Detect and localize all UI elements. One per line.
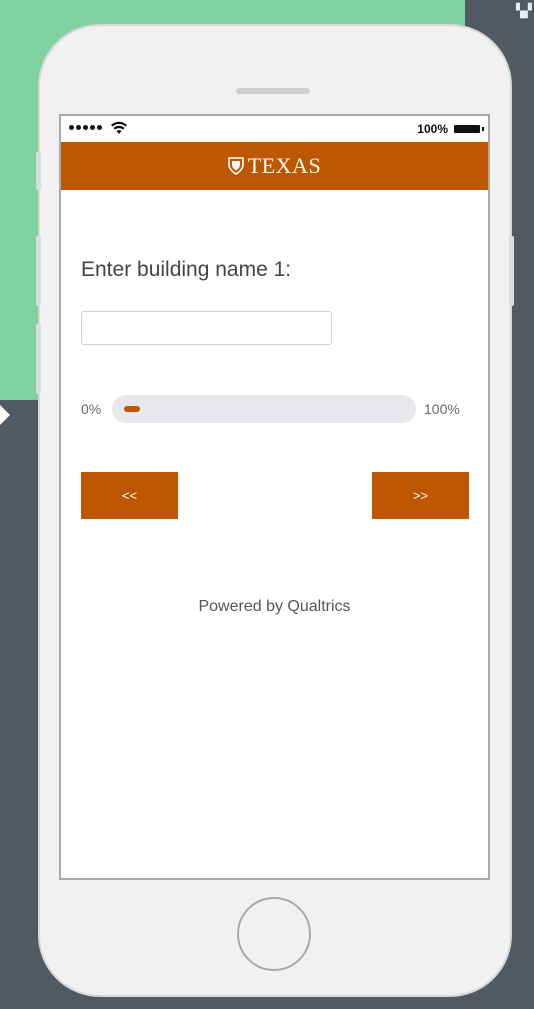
status-bar: 100%: [61, 116, 488, 142]
question-text: Enter building name 1:: [81, 258, 292, 281]
volume-down-button: [36, 324, 41, 394]
volume-up-button: [36, 236, 41, 306]
home-button[interactable]: [237, 897, 311, 971]
expand-icon[interactable]: ▚▞: [516, 5, 532, 28]
progress-end-label: 100%: [424, 401, 460, 417]
progress-bar: [112, 395, 416, 423]
next-button[interactable]: >>: [372, 472, 469, 519]
wifi-icon: [111, 121, 127, 134]
brand-title: TEXAS: [247, 153, 322, 178]
panel-toggle-arrow[interactable]: [0, 405, 10, 425]
app-header: TEXAS: [61, 142, 488, 190]
ut-shield-logo: [227, 157, 244, 175]
battery-icon: [454, 125, 484, 133]
battery-percentage: 100%: [417, 122, 448, 136]
back-button[interactable]: <<: [81, 472, 178, 519]
building-name-input[interactable]: [81, 311, 332, 345]
signal-strength-icon: [69, 125, 102, 130]
progress-start-label: 0%: [81, 401, 102, 417]
phone-screen: 100% TEXAS Enter building name 1: 0% 100…: [59, 114, 490, 880]
phone-speaker: [236, 88, 310, 94]
mute-switch: [36, 152, 41, 190]
powered-by-text: Powered by Qualtrics: [198, 598, 351, 615]
power-button: [509, 236, 514, 306]
progress-bar-fill: [124, 406, 140, 412]
